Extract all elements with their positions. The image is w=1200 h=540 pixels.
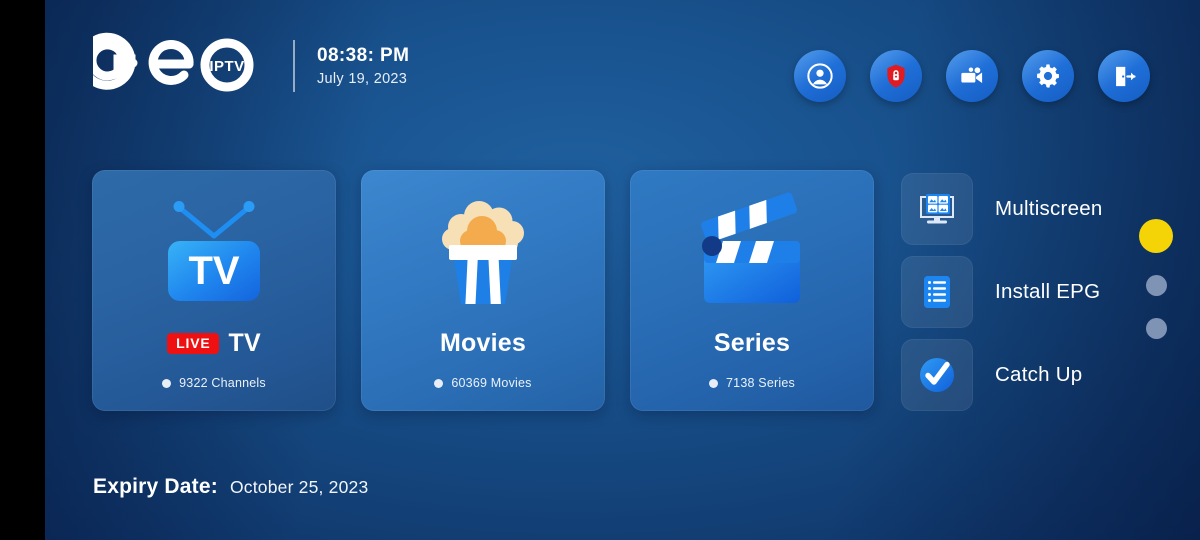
card-movies-count: 60369 Movies xyxy=(451,376,532,390)
sidebar-item-multiscreen[interactable]: Multiscreen xyxy=(901,173,1103,245)
current-time: 08:38: PM xyxy=(317,44,410,66)
popcorn-icon xyxy=(442,201,524,304)
clapperboard-icon xyxy=(701,192,800,303)
logout-icon xyxy=(1115,66,1136,86)
logout-button[interactable] xyxy=(1098,50,1150,102)
current-date: July 19, 2023 xyxy=(317,71,408,88)
card-live-tv-title: LIVE TV xyxy=(92,325,336,361)
svg-text:TV: TV xyxy=(188,249,239,293)
catch-up-icon-box xyxy=(901,339,973,411)
card-series-meta: 7138 Series xyxy=(630,376,874,390)
card-series-count: 7138 Series xyxy=(726,376,795,390)
account-icon xyxy=(807,63,833,89)
meta-dot-icon xyxy=(162,378,172,388)
check-circle-icon xyxy=(920,358,954,392)
recordings-button[interactable] xyxy=(946,50,998,102)
app-screen: IPTV 08:38: PM July 19, 2023 TV LIVE TV … xyxy=(0,0,1200,540)
card-movies-art xyxy=(361,188,605,308)
settings-gear-icon xyxy=(1037,64,1059,88)
multiscreen-icon-box xyxy=(901,173,973,245)
card-series[interactable]: Series 7138 Series xyxy=(630,170,874,411)
account-button[interactable] xyxy=(794,50,846,102)
sidebar-menu: Multiscreen Install EPG Catch Up xyxy=(901,173,1103,411)
card-movies-title-text: Movies xyxy=(440,328,526,357)
card-movies[interactable]: Movies 60369 Movies xyxy=(361,170,605,411)
meta-dot-icon xyxy=(434,378,444,388)
expiry-value: October 25, 2023 xyxy=(229,477,369,497)
settings-button[interactable] xyxy=(1022,50,1074,102)
pager-dot-active[interactable] xyxy=(1139,219,1173,253)
card-movies-meta: 60369 Movies xyxy=(361,376,605,390)
card-live-tv-count: 9322 Channels xyxy=(179,376,266,390)
iptv-home-screen: IPTV 08:38: PM July 19, 2023 TV LIVE TV … xyxy=(45,0,1200,540)
pager-dot[interactable] xyxy=(1145,275,1167,296)
pager-dots xyxy=(1139,219,1173,339)
epg-icon-box xyxy=(901,256,973,328)
card-live-tv-title-text: TV xyxy=(228,328,261,357)
left-black-bar xyxy=(0,0,45,540)
brand-logo: IPTV xyxy=(93,28,283,94)
parental-control-button[interactable] xyxy=(870,50,922,102)
epg-list-icon xyxy=(924,276,950,308)
card-movies-title: Movies xyxy=(361,325,605,361)
card-series-art xyxy=(630,188,874,308)
card-live-tv-meta: 9322 Channels xyxy=(92,376,336,390)
expiry-label: Expiry Date: xyxy=(93,475,218,498)
sidebar-item-install-epg-label: Install EPG xyxy=(995,280,1101,303)
content-cards: TV LIVE TV 9322 Channels Movies 60369 Mo… xyxy=(92,170,874,411)
svg-text:IPTV: IPTV xyxy=(209,58,244,75)
expiry-info: Expiry Date: October 25, 2023 xyxy=(93,475,368,499)
tv-icon: TV xyxy=(168,201,260,301)
meta-dot-icon xyxy=(709,378,719,388)
sidebar-item-catch-up[interactable]: Catch Up xyxy=(901,339,1103,411)
clock-block: 08:38: PM July 19, 2023 xyxy=(293,40,409,92)
sidebar-item-catch-up-label: Catch Up xyxy=(995,363,1083,386)
header-action-buttons xyxy=(794,50,1150,102)
multiscreen-icon xyxy=(920,194,954,224)
card-series-title-text: Series xyxy=(713,328,791,357)
sidebar-item-install-epg[interactable]: Install EPG xyxy=(901,256,1103,328)
pager-dot[interactable] xyxy=(1145,318,1167,339)
card-series-title: Series xyxy=(630,325,874,361)
geo-logo-mark: IPTV xyxy=(93,28,283,94)
geo-iptv-logo-icon: IPTV xyxy=(93,32,254,92)
parental-lock-icon xyxy=(887,64,905,88)
recording-icon xyxy=(960,66,982,83)
card-live-tv-art: TV xyxy=(92,188,336,308)
sidebar-item-multiscreen-label: Multiscreen xyxy=(995,197,1103,220)
card-live-tv[interactable]: TV LIVE TV 9322 Channels xyxy=(92,170,336,411)
header-bar: IPTV 08:38: PM July 19, 2023 xyxy=(45,0,1200,130)
live-badge: LIVE xyxy=(167,332,220,354)
